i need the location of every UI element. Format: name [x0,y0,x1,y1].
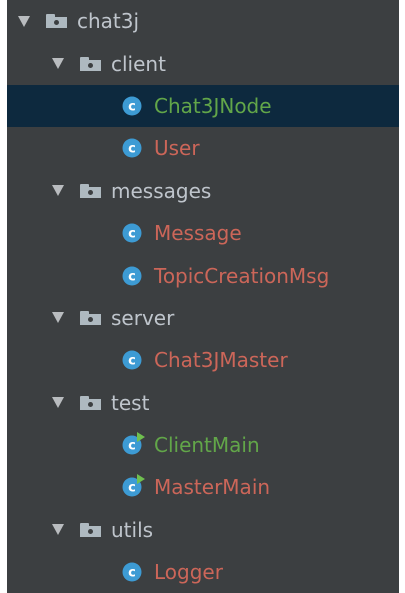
svg-text:c: c [128,99,136,114]
tree-row-utils[interactable]: utils [7,509,399,551]
folder-label: messages [111,178,212,203]
class-icon: c [122,96,142,116]
folder-label: utils [111,517,154,542]
run-badge-icon [137,432,145,443]
tree-row-chat3jnode[interactable]: c Chat3JNode [7,84,399,128]
class-icon: c [122,562,142,582]
file-label: Logger [154,560,223,585]
folder-icon [80,56,101,71]
runnable-class-icon: c [122,474,145,497]
file-label: Message [154,221,242,246]
svg-text:c: c [128,354,136,369]
svg-text:c: c [128,566,136,581]
tree-row-message[interactable]: c Message [7,212,399,254]
tree-row-topiccreationmsg[interactable]: c TopicCreationMsg [7,254,399,296]
tree-row-test[interactable]: test [7,382,399,424]
folder-label: chat3j [77,9,140,34]
svg-text:c: c [128,269,136,284]
folder-label: server [111,305,175,330]
expand-arrow-icon[interactable] [18,15,30,27]
tree-row-user[interactable]: c User [7,127,399,169]
project-tree: chat3j client c Chat3JNode c User messag… [7,0,399,593]
file-label: ClientMain [154,433,260,458]
folder-icon [80,310,101,325]
class-icon: c [122,223,142,243]
svg-text:c: c [128,481,136,496]
file-label: TopicCreationMsg [154,263,330,288]
expand-arrow-icon[interactable] [52,397,64,409]
file-label: User [154,136,200,161]
tree-row-logger[interactable]: c Logger [7,551,399,593]
file-label: MasterMain [154,475,271,500]
class-icon: c [122,350,142,370]
tree-row-server[interactable]: server [7,297,399,339]
expand-arrow-icon[interactable] [52,524,64,536]
folder-icon [80,522,101,537]
tree-row-messages[interactable]: messages [7,170,399,212]
svg-text:c: c [128,227,136,242]
tree-row-mastermain[interactable]: c MasterMain [7,466,399,508]
tree-row-chat3jmaster[interactable]: c Chat3JMaster [7,339,399,381]
tree-row-client[interactable]: client [7,42,399,84]
folder-icon [80,183,101,198]
expand-arrow-icon[interactable] [52,58,64,70]
file-label: Chat3JMaster [154,348,288,373]
expand-arrow-icon[interactable] [52,312,64,324]
class-icon: c [122,266,142,286]
folder-label: test [111,390,150,415]
tree-row-chat3j[interactable]: chat3j [7,0,399,42]
run-badge-icon [137,474,145,485]
class-icon: c [122,138,142,158]
file-label: Chat3JNode [154,93,272,118]
folder-icon [80,395,101,410]
svg-text:c: c [128,439,136,454]
svg-text:c: c [128,142,136,157]
folder-icon [46,14,67,29]
runnable-class-icon: c [122,432,145,455]
folder-label: client [111,51,166,76]
expand-arrow-icon[interactable] [52,185,64,197]
tree-row-clientmain[interactable]: c ClientMain [7,424,399,466]
